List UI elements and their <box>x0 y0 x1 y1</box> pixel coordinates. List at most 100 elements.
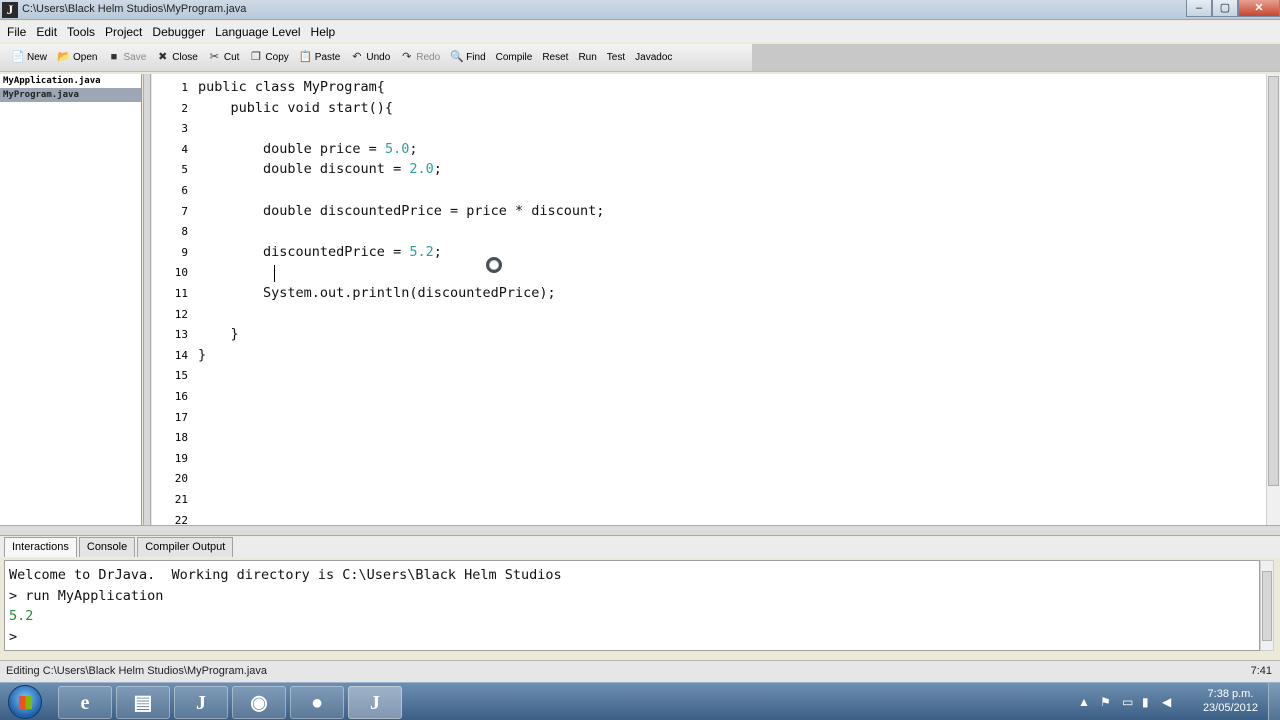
interactions-scrollbar[interactable] <box>1260 560 1274 651</box>
close-window-button[interactable]: ✕ <box>1238 0 1280 17</box>
cut-button[interactable]: ✂ Cut <box>203 47 245 69</box>
internet-explorer-icon[interactable]: e <box>58 686 112 719</box>
undo-icon: ↶ <box>352 51 362 63</box>
line-number: 7 <box>181 204 188 218</box>
windows-taskbar: ▲ ⚑ ▭ ▮ ◀ 7:38 p.m. 23/05/2012 e ▤ J ◉ ● J <box>0 682 1280 720</box>
compile-label: Compile <box>495 52 533 63</box>
text-caret <box>274 265 275 282</box>
reset-button[interactable]: Reset <box>537 47 573 69</box>
line-number: 5 <box>181 163 188 177</box>
horizontal-splitter[interactable] <box>0 525 1280 536</box>
interactions-pane[interactable]: Welcome to DrJava. Working directory is … <box>4 560 1260 651</box>
javadoc-label: Javadoc <box>635 52 673 63</box>
line-number: 2 <box>181 101 188 115</box>
new-label: New <box>27 52 48 63</box>
firefox-icon[interactable]: ● <box>290 686 344 719</box>
undo-button[interactable]: ↶ Undo <box>345 47 395 69</box>
status-text: Editing C:\Users\Black Helm Studios\MyPr… <box>6 665 268 677</box>
paste-icon: 📋 <box>298 51 313 63</box>
save-label: Save <box>123 52 147 63</box>
line-number: 19 <box>174 451 188 465</box>
menu-edit[interactable]: Edit <box>31 25 62 39</box>
bottom-tab-bar: Interactions Console Compiler Output <box>0 537 1280 558</box>
line-number: 20 <box>174 472 188 486</box>
window-title: C:\Users\Black Helm Studios\MyProgram.ja… <box>22 3 247 15</box>
line-number: 16 <box>174 390 188 403</box>
interactions-scrollbar-thumb[interactable] <box>1262 571 1272 641</box>
toolbar-filler <box>752 44 1280 71</box>
tab-compiler-output[interactable]: Compiler Output <box>137 537 234 557</box>
line-number: 22 <box>174 513 188 525</box>
menu-project[interactable]: Project <box>100 25 147 39</box>
tray-volume-icon[interactable]: ◀ <box>1162 695 1171 709</box>
javadoc-button[interactable]: Javadoc <box>630 47 677 69</box>
line-number: 18 <box>174 431 188 445</box>
vertical-splitter[interactable] <box>143 74 151 525</box>
save-button[interactable]: ■ Save <box>102 47 151 69</box>
clock-time: 7:38 p.m. <box>1207 688 1254 700</box>
run-label: Run <box>578 52 597 63</box>
status-bar: Editing C:\Users\Black Helm Studios\MyPr… <box>0 660 1280 682</box>
run-button[interactable]: Run <box>573 47 601 69</box>
line-number-gutter: 1 2 3 4 5 6 7 8 9 10 11 12 13 14 15 16 17 18 19 20 21 22 <box>152 74 190 525</box>
drjava-active-icon[interactable]: J <box>348 686 402 719</box>
maximize-button[interactable]: ▢ <box>1212 0 1238 17</box>
open-button[interactable]: 📂 Open <box>52 47 102 69</box>
line-number: 17 <box>174 410 188 424</box>
line-number: 6 <box>181 184 188 197</box>
drjava-icon[interactable]: J <box>174 686 228 719</box>
minimize-button[interactable]: – <box>1186 0 1212 17</box>
paste-label: Paste <box>314 52 341 63</box>
show-desktop-button[interactable] <box>1268 683 1280 720</box>
close-button[interactable]: ✖ Close <box>151 47 203 69</box>
menu-tools[interactable]: Tools <box>62 25 100 39</box>
menu-bar: File Edit Tools Project Debugger Language Lev… <box>0 21 1280 42</box>
redo-button[interactable]: ↷ Redo <box>395 47 445 69</box>
code-line: } <box>198 346 207 363</box>
code-line: double discount = 2.0; <box>198 161 442 178</box>
start-button[interactable] <box>8 685 42 719</box>
test-button[interactable]: Test <box>602 47 630 69</box>
menu-help[interactable]: Help <box>306 25 341 39</box>
line-number: 11 <box>174 287 188 300</box>
file-item-myprogram-java[interactable]: MyProgram.java <box>0 88 141 102</box>
menu-debugger[interactable]: Debugger <box>147 25 210 39</box>
line-number: 14 <box>174 348 188 362</box>
compile-button[interactable]: Compile <box>491 47 538 69</box>
line-number: 9 <box>181 245 188 259</box>
tab-console[interactable]: Console <box>78 537 136 557</box>
camera-icon[interactable]: ◉ <box>232 686 286 719</box>
system-tray: ▲ ⚑ ▭ ▮ ◀ 7:38 p.m. 23/05/2012 <box>1070 683 1280 720</box>
code-editor[interactable]: 1 2 3 4 5 6 7 8 9 10 11 12 13 14 15 16 17 18 19 20 21 22 publ… <box>152 74 1266 525</box>
code-line: System.out.println(discountedPrice); <box>198 285 556 301</box>
menu-language-level[interactable]: Language Level <box>210 25 305 39</box>
drjava-app-icon: J <box>2 2 18 18</box>
editor-scrollbar-thumb[interactable] <box>1268 76 1279 486</box>
interactions-line: > run MyApplication <box>9 587 164 604</box>
line-number: 12 <box>174 307 188 321</box>
paste-button[interactable]: 📋 Paste <box>294 47 346 69</box>
interactions-line: Welcome to DrJava. Working directory is … <box>9 567 562 583</box>
line-number: 8 <box>181 225 188 239</box>
busy-cursor-icon <box>486 257 502 273</box>
copy-button[interactable]: ❐ Copy <box>244 47 293 69</box>
tray-arrow-icon[interactable]: ▲ <box>1078 695 1090 709</box>
tab-interactions[interactable]: Interactions <box>4 537 77 557</box>
new-file-icon: 📄 <box>11 51 25 63</box>
tray-monitor-icon[interactable]: ▭ <box>1122 695 1133 709</box>
file-item-myapplication-java[interactable]: MyApplication.java <box>0 74 141 88</box>
interactions-line: 5.2 <box>9 608 34 625</box>
redo-label: Redo <box>416 52 441 63</box>
tray-flag-icon[interactable]: ⚑ <box>1100 695 1111 709</box>
clock[interactable]: 7:38 p.m. 23/05/2012 <box>1203 687 1258 715</box>
line-number: 15 <box>174 369 188 383</box>
open-files-list: MyApplication.java MyProgram.java <box>0 74 142 525</box>
tray-signal-icon[interactable]: ▮ <box>1142 695 1149 709</box>
find-button[interactable]: 🔍 Find <box>445 47 490 69</box>
file-explorer-icon[interactable]: ▤ <box>116 686 170 719</box>
menu-file[interactable]: File <box>2 25 31 39</box>
new-button[interactable]: 📄 New <box>6 47 52 69</box>
editor-scrollbar[interactable] <box>1266 74 1280 525</box>
undo-label: Undo <box>366 52 391 63</box>
line-number: 4 <box>181 142 188 156</box>
